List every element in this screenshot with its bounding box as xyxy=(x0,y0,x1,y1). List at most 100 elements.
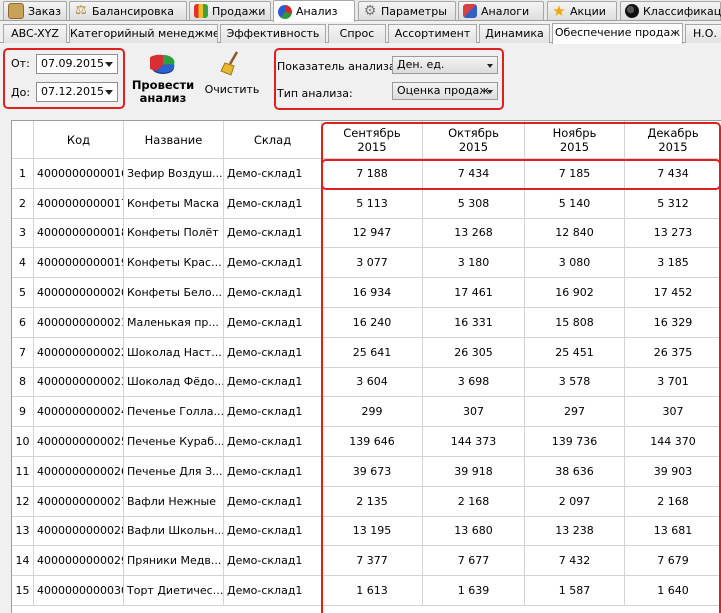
row-number[interactable]: 8 xyxy=(12,367,34,398)
tab-efficiency[interactable]: Эффективность xyxy=(220,24,326,43)
warehouse-cell[interactable]: Демо-склад1 xyxy=(224,367,322,398)
name-cell[interactable]: Шоколад Наст... xyxy=(124,337,224,368)
row-number[interactable]: 1 xyxy=(12,159,34,189)
warehouse-cell[interactable]: Демо-склад1 xyxy=(224,576,322,606)
clear-button[interactable]: Очистить xyxy=(202,50,262,100)
row-number[interactable]: 7 xyxy=(12,337,34,368)
date-from-picker[interactable]: 07.09.2015 xyxy=(36,54,118,74)
name-cell[interactable]: Печенье Кураб... xyxy=(124,427,224,457)
name-cell[interactable]: Шоколад Фёдо... xyxy=(124,367,224,398)
warehouse-cell[interactable]: Демо-склад1 xyxy=(224,516,322,547)
tab-promotions[interactable]: ★ Акции xyxy=(547,1,617,20)
warehouse-cell[interactable]: Демо-склад1 xyxy=(224,278,322,308)
name-cell[interactable]: Вафли Нежные xyxy=(124,486,224,517)
header-rownum xyxy=(12,121,34,159)
tab-assortment[interactable]: Ассортимент xyxy=(388,24,477,43)
chevron-down-icon[interactable] xyxy=(487,64,493,68)
name-cell[interactable]: Вафли Школьн... xyxy=(124,516,224,547)
classification-icon xyxy=(625,4,639,18)
header-code[interactable]: Код xyxy=(34,121,124,159)
warehouse-cell[interactable]: Демо-склад1 xyxy=(224,218,322,249)
chevron-down-icon[interactable] xyxy=(487,90,493,94)
row-number[interactable]: 14 xyxy=(12,546,34,577)
name-cell[interactable]: Пряники Медв... xyxy=(124,546,224,577)
tab-n-o[interactable]: Н.О. xyxy=(685,24,721,43)
code-cell[interactable]: 4000000000018 xyxy=(34,218,124,249)
tab-balancing[interactable]: ⚖ Балансировка xyxy=(69,1,187,20)
warehouse-cell[interactable]: Демо-склад1 xyxy=(224,397,322,428)
row-number[interactable]: 9 xyxy=(12,397,34,428)
code-cell[interactable]: 4000000000028 xyxy=(34,516,124,547)
tab-classification[interactable]: Классификация xyxy=(620,1,721,20)
name-cell[interactable]: Конфеты Бело... xyxy=(124,278,224,308)
code-cell[interactable]: 4000000000027 xyxy=(34,486,124,517)
tab-label: Заказ xyxy=(28,4,62,18)
indicator-label: Показатель анализа: xyxy=(277,60,400,73)
tab-label: Акции xyxy=(570,4,606,18)
tab-demand[interactable]: Спрос xyxy=(328,24,386,43)
analysis-type-label: Тип анализа: xyxy=(277,87,353,100)
name-cell[interactable]: Маленькая пр... xyxy=(124,308,224,338)
row-number[interactable]: 3 xyxy=(12,218,34,249)
name-cell[interactable]: Конфеты Маска xyxy=(124,188,224,219)
tab-sales[interactable]: Продажи xyxy=(189,1,271,20)
indicator-select[interactable]: Ден. ед. xyxy=(392,56,498,74)
name-cell[interactable]: Конфеты Полёт xyxy=(124,218,224,249)
tab-analogs[interactable]: Аналоги xyxy=(458,1,544,20)
name-cell[interactable]: Зефир Воздуш... xyxy=(124,159,224,189)
warehouse-cell[interactable]: Демо-склад1 xyxy=(224,188,322,219)
code-cell[interactable]: 4000000000029 xyxy=(34,546,124,577)
analysis-type-select[interactable]: Оценка продаж xyxy=(392,82,498,100)
row-number[interactable]: 12 xyxy=(12,486,34,517)
name-cell[interactable]: Печенье Для З... xyxy=(124,457,224,487)
row-number[interactable]: 6 xyxy=(12,308,34,338)
code-cell[interactable]: 4000000000020 xyxy=(34,278,124,308)
row-number[interactable]: 4 xyxy=(12,248,34,279)
code-cell[interactable]: 4000000000019 xyxy=(34,248,124,279)
run-analysis-button[interactable]: Провести анализ xyxy=(131,50,195,106)
warehouse-cell[interactable]: Демо-склад1 xyxy=(224,308,322,338)
code-cell[interactable]: 4000000000022 xyxy=(34,337,124,368)
row-number[interactable]: 11 xyxy=(12,457,34,487)
code-cell[interactable]: 4000000000024 xyxy=(34,397,124,428)
date-to-picker[interactable]: 07.12.2015 xyxy=(36,82,118,102)
warehouse-cell[interactable]: Демо-склад1 xyxy=(224,427,322,457)
header-name[interactable]: Название xyxy=(124,121,224,159)
row-number[interactable]: 5 xyxy=(12,278,34,308)
warehouse-cell[interactable]: Демо-склад1 xyxy=(224,248,322,279)
order-icon xyxy=(8,3,24,19)
warehouse-cell[interactable]: Демо-склад1 xyxy=(224,486,322,517)
sales-icon xyxy=(194,4,208,18)
code-cell[interactable]: 4000000000026 xyxy=(34,457,124,487)
code-cell[interactable]: 4000000000021 xyxy=(34,308,124,338)
code-cell[interactable]: 4000000000023 xyxy=(34,367,124,398)
header-warehouse[interactable]: Склад xyxy=(224,121,322,159)
code-cell[interactable]: 4000000000030 xyxy=(34,576,124,606)
tab-analysis[interactable]: Анализ xyxy=(273,0,355,22)
pie-chart-icon xyxy=(278,4,292,19)
warehouse-cell[interactable]: Демо-склад1 xyxy=(224,337,322,368)
row-number[interactable]: 15 xyxy=(12,576,34,606)
warehouse-cell[interactable]: Демо-склад1 xyxy=(224,546,322,577)
row-number[interactable]: 2 xyxy=(12,188,34,219)
warehouse-cell[interactable]: Демо-склад1 xyxy=(224,457,322,487)
name-cell[interactable]: Печенье Голла... xyxy=(124,397,224,428)
name-cell[interactable]: Торт Диетичес... xyxy=(124,576,224,606)
chevron-down-icon[interactable] xyxy=(105,62,113,67)
tab-sales-provision[interactable]: Обеспечение продаж xyxy=(552,23,683,44)
tab-dynamics[interactable]: Динамика xyxy=(479,24,550,43)
warehouse-cell[interactable]: Демо-склад1 xyxy=(224,159,322,189)
name-cell[interactable]: Конфеты Крас... xyxy=(124,248,224,279)
code-cell[interactable]: 4000000000016 xyxy=(34,159,124,189)
tab-abc-xyz[interactable]: ABC-XYZ xyxy=(3,24,67,43)
pie-chart-icon xyxy=(150,54,175,74)
code-cell[interactable]: 4000000000025 xyxy=(34,427,124,457)
row-number[interactable]: 13 xyxy=(12,516,34,547)
analysis-tab-bar: ABC-XYZ Категорийный менеджмент Эффектив… xyxy=(0,23,721,44)
code-cell[interactable]: 4000000000017 xyxy=(34,188,124,219)
tab-category-management[interactable]: Категорийный менеджмент xyxy=(69,24,218,43)
tab-order[interactable]: Заказ xyxy=(3,1,67,20)
tab-parameters[interactable]: ⚙ Параметры xyxy=(358,1,456,20)
row-number[interactable]: 10 xyxy=(12,427,34,457)
chevron-down-icon[interactable] xyxy=(105,90,113,95)
